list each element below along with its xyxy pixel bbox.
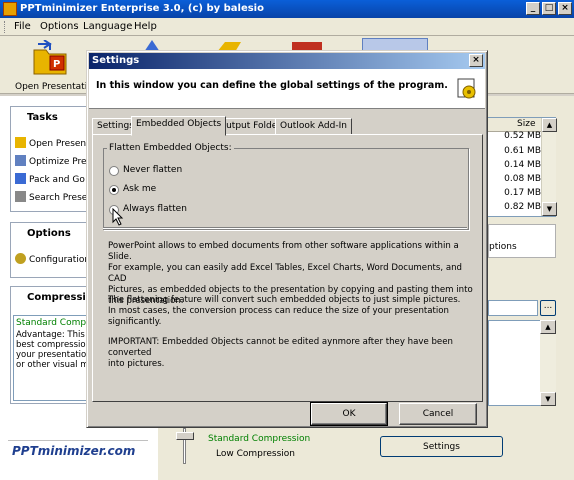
menu-language[interactable]: Language: [83, 21, 132, 32]
svg-text:P: P: [53, 59, 60, 70]
paragraph-flatten: The flattening feature will convert such…: [108, 295, 461, 327]
open-icon: [15, 137, 26, 148]
size-cell: 0.61 MB: [504, 146, 541, 156]
open-presentation-button[interactable]: P Open Presentation: [8, 38, 98, 92]
settings-gear-icon: [457, 78, 476, 99]
gear-icon: [15, 253, 26, 264]
size-cell: 0.52 MB: [504, 131, 541, 141]
mouse-cursor-icon: [112, 208, 124, 226]
flatten-groupbox: [103, 148, 469, 230]
low-compression-label[interactable]: Low Compression: [216, 449, 295, 459]
tab-outlook-add-in[interactable]: Outlook Add-In: [275, 118, 352, 135]
browse-button[interactable]: ...: [540, 300, 556, 316]
settings-dialog: Settings × In this window you can define…: [86, 50, 488, 428]
window-titlebar[interactable]: PPTminimizer Enterprise 3.0, (c) by bale…: [0, 0, 574, 18]
dialog-close-button[interactable]: ×: [469, 54, 483, 67]
dialog-titlebar[interactable]: Settings ×: [89, 53, 485, 69]
menu-grip: [4, 21, 7, 33]
file-list-scrollbar[interactable]: ▲ ▼: [541, 118, 557, 216]
scroll-down-icon[interactable]: ▼: [540, 392, 556, 406]
paragraph-important: IMPORTANT: Embedded Objects cannot be ed…: [108, 337, 453, 369]
options-box: ptions: [488, 224, 556, 258]
open-folder-icon: P: [33, 40, 67, 75]
maximize-button[interactable]: □: [542, 2, 556, 15]
right-list-scrollbar[interactable]: ▲ ▼: [540, 320, 556, 406]
output-path-field[interactable]: [488, 300, 538, 316]
pack-icon: [15, 173, 26, 184]
size-cell: 0.14 MB: [504, 160, 541, 170]
scroll-up-icon[interactable]: ▲: [542, 118, 557, 132]
never-flatten-label[interactable]: Never flatten: [123, 165, 182, 175]
size-cell: 0.82 MB: [504, 202, 541, 212]
size-cell: 0.17 MB: [504, 188, 541, 198]
scroll-down-icon[interactable]: ▼: [542, 202, 557, 216]
dialog-header-text: In this window you can define the global…: [96, 80, 448, 91]
minimize-button[interactable]: _: [526, 2, 540, 15]
scroll-up-icon[interactable]: ▲: [540, 320, 556, 334]
menu-bar: File Options Language Help: [0, 18, 574, 36]
compression-slider[interactable]: [174, 428, 196, 464]
close-button[interactable]: ×: [558, 2, 572, 15]
logo: PPTminimizer.com: [12, 444, 136, 458]
menu-help[interactable]: Help: [134, 21, 157, 32]
size-column-header[interactable]: Size: [487, 118, 542, 132]
standard-compression-label[interactable]: Standard Compression: [208, 434, 310, 444]
dialog-title: Settings: [92, 55, 140, 66]
options-box-text: ptions: [489, 242, 517, 252]
menu-options[interactable]: Options: [40, 21, 79, 32]
size-cell: 0.08 MB: [504, 174, 541, 184]
radio-ask-me[interactable]: [109, 185, 119, 195]
always-flatten-label[interactable]: Always flatten: [123, 204, 187, 214]
optimize-icon: [15, 155, 26, 166]
window-title: PPTminimizer Enterprise 3.0, (c) by bale…: [20, 3, 264, 14]
flatten-group-label: Flatten Embedded Objects:: [107, 143, 234, 153]
cancel-button[interactable]: Cancel: [399, 403, 477, 425]
separator: [103, 227, 467, 229]
search-icon: [15, 191, 26, 202]
slider-thumb[interactable]: [176, 432, 194, 440]
radio-never-flatten[interactable]: [109, 166, 119, 176]
tab-embedded-objects[interactable]: Embedded Objects: [131, 116, 227, 136]
ask-me-label[interactable]: Ask me: [123, 184, 156, 194]
dialog-header: In this window you can define the global…: [89, 69, 485, 109]
ok-button[interactable]: OK: [310, 402, 388, 426]
settings-button[interactable]: Settings: [380, 436, 503, 457]
app-icon: [3, 2, 17, 16]
menu-file[interactable]: File: [14, 21, 31, 32]
